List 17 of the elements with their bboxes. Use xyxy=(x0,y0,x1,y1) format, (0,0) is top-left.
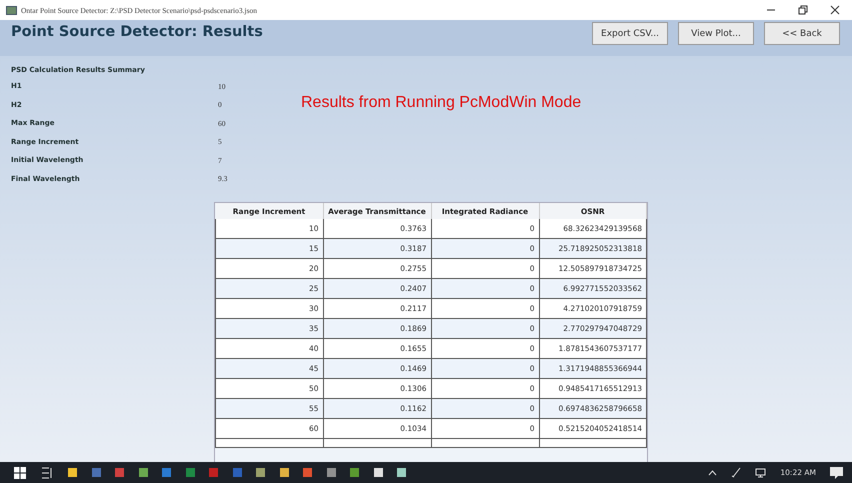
task-view-icon[interactable] xyxy=(41,466,53,478)
notification-icon[interactable] xyxy=(830,466,843,478)
page-title: Point Source Detector: Results xyxy=(11,24,263,40)
taskbar-app-icon[interactable] xyxy=(138,468,148,477)
restore-icon[interactable] xyxy=(798,5,808,15)
header-button[interactable]: Export CSV... xyxy=(592,22,668,45)
mode-message: Results from Running PcModWin Mode xyxy=(301,94,582,113)
taskbar-app-icon[interactable] xyxy=(374,468,382,477)
header-button[interactable]: << Back xyxy=(764,22,840,45)
close-icon[interactable] xyxy=(830,5,840,15)
taskbar-app-icon[interactable] xyxy=(326,468,336,477)
network-icon[interactable] xyxy=(755,468,766,478)
app-icon xyxy=(6,6,17,14)
windows-start-icon[interactable] xyxy=(14,466,26,478)
chevron-up-icon[interactable] xyxy=(708,470,718,476)
header-button[interactable]: View Plot... xyxy=(678,22,754,45)
taskbar-app-icon[interactable] xyxy=(280,468,288,477)
